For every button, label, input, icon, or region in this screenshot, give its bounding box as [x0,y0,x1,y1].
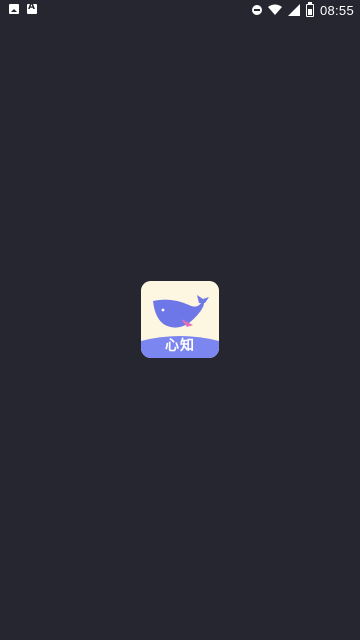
wifi-icon [267,4,282,15]
do-not-disturb-icon [251,5,262,15]
status-bar-right: 08:55 [251,1,354,18]
cellular-signal-icon [287,4,300,16]
status-bar-left [9,2,37,14]
image-notification-icon [9,4,19,14]
app-logo: 心知 [141,281,219,358]
status-bar: 08:55 [0,0,360,20]
splash-screen: 08:55 心知 [0,0,360,640]
status-time: 08:55 [319,2,354,18]
app-name-label: 心知 [165,338,195,354]
font-notification-icon [27,2,37,14]
battery-icon [305,1,314,17]
